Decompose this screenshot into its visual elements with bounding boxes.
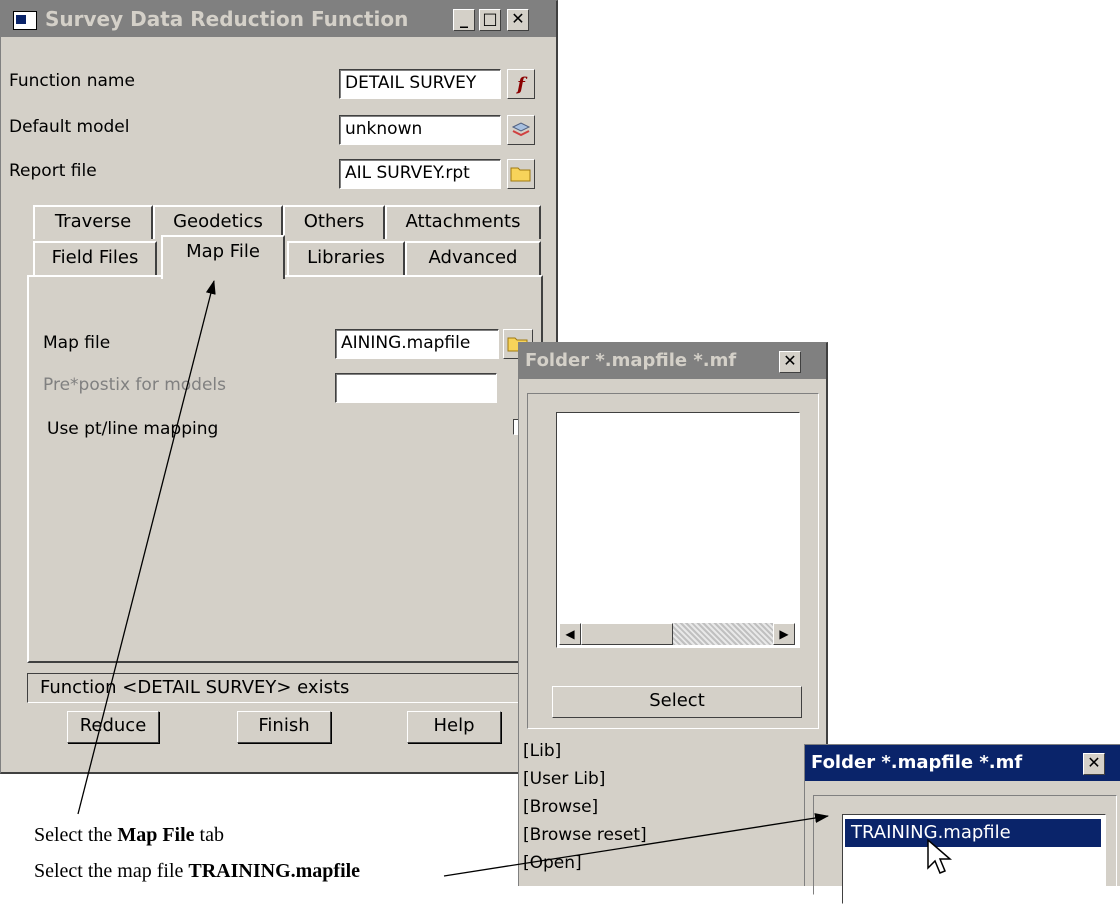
- folder2-file-list[interactable]: TRAINING.mapfile: [842, 814, 1106, 904]
- model-picker-button[interactable]: [507, 115, 535, 145]
- folder2-close-button[interactable]: ✕: [1083, 753, 1105, 775]
- folder-window-title: Folder *.mapfile *.mf: [525, 350, 737, 371]
- reduce-button[interactable]: Reduce: [67, 711, 159, 743]
- menu-browse[interactable]: [Browse]: [523, 797, 598, 817]
- minimize-button[interactable]: _: [453, 9, 475, 31]
- app-icon: [13, 11, 37, 30]
- tab-others[interactable]: Others: [283, 205, 385, 239]
- tab-attachments[interactable]: Attachments: [385, 205, 541, 239]
- function-name-field[interactable]: DETAIL SURVEY: [339, 69, 501, 99]
- map-file-field[interactable]: AINING.mapfile: [335, 329, 499, 359]
- title-bar[interactable]: Survey Data Reduction Function _ □ ✕: [1, 1, 556, 37]
- tab-traverse[interactable]: Traverse: [33, 205, 153, 239]
- use-mapping-label: Use pt/line mapping: [47, 419, 219, 439]
- layers-icon: [511, 122, 531, 137]
- tab-field-files[interactable]: Field Files: [33, 241, 157, 275]
- menu-open[interactable]: [Open]: [523, 853, 582, 873]
- horizontal-scrollbar[interactable]: ◀ ▶: [559, 623, 795, 645]
- scroll-right-button[interactable]: ▶: [773, 623, 795, 645]
- default-model-field[interactable]: unknown: [339, 115, 501, 145]
- default-model-label: Default model: [9, 117, 130, 137]
- report-file-field[interactable]: AIL SURVEY.rpt: [339, 159, 501, 189]
- survey-reduction-window: Survey Data Reduction Function _ □ ✕ Fun…: [0, 0, 558, 774]
- function-icon-button[interactable]: f: [507, 69, 535, 99]
- menu-lib[interactable]: [Lib]: [523, 741, 561, 761]
- folder2-title-bar[interactable]: Folder *.mapfile *.mf ✕: [805, 745, 1120, 781]
- function-icon: f: [517, 73, 525, 95]
- scroll-left-button[interactable]: ◀: [559, 623, 581, 645]
- window-title: Survey Data Reduction Function: [45, 7, 409, 31]
- folder-close-button[interactable]: ✕: [779, 351, 801, 373]
- note-select-map-file: Select the map file TRAINING.mapfile: [34, 860, 361, 882]
- status-bar: Function <DETAIL SURVEY> exists: [27, 673, 543, 703]
- select-button[interactable]: Select: [552, 686, 802, 718]
- folder2-group-box: TRAINING.mapfile: [813, 795, 1117, 904]
- folder-window-2: Folder *.mapfile *.mf ✕ TRAINING.mapfile: [804, 744, 1120, 904]
- finish-button[interactable]: Finish: [237, 711, 331, 743]
- help-button[interactable]: Help: [407, 711, 501, 743]
- report-folder-button[interactable]: [507, 159, 535, 189]
- function-name-label: Function name: [9, 71, 135, 91]
- file-list[interactable]: ◀ ▶: [556, 412, 800, 648]
- folder-title-bar[interactable]: Folder *.mapfile *.mf ✕: [519, 343, 826, 379]
- tab-advanced[interactable]: Advanced: [405, 241, 541, 275]
- tab-libraries[interactable]: Libraries: [287, 241, 405, 275]
- map-file-label: Map file: [43, 333, 111, 353]
- report-file-label: Report file: [9, 161, 97, 181]
- folder-group-box: ◀ ▶ Select: [527, 393, 819, 729]
- menu-user-lib[interactable]: [User Lib]: [523, 769, 605, 789]
- folder-icon: [510, 167, 531, 182]
- menu-browse-reset[interactable]: [Browse reset]: [523, 825, 647, 845]
- folder-window: Folder *.mapfile *.mf ✕ ◀ ▶ Select [Lib]…: [518, 342, 828, 886]
- close-button[interactable]: ✕: [507, 9, 529, 31]
- tab-map-file[interactable]: Map File: [161, 235, 285, 279]
- folder2-window-title: Folder *.mapfile *.mf: [811, 752, 1023, 773]
- scroll-thumb[interactable]: [581, 623, 673, 645]
- tab-panel: Map file AINING.mapfile Pre*postix for m…: [27, 275, 543, 663]
- scroll-track[interactable]: [673, 623, 773, 645]
- prefix-label: Pre*postix for models: [43, 375, 226, 395]
- tab-geodetics[interactable]: Geodetics: [153, 205, 283, 239]
- mouse-cursor-icon: [927, 838, 953, 874]
- prefix-field[interactable]: [335, 373, 497, 403]
- note-select-map-file-tab: Select the Map File tab: [34, 824, 224, 846]
- maximize-button[interactable]: □: [479, 9, 501, 31]
- file-list-item[interactable]: TRAINING.mapfile: [845, 819, 1101, 847]
